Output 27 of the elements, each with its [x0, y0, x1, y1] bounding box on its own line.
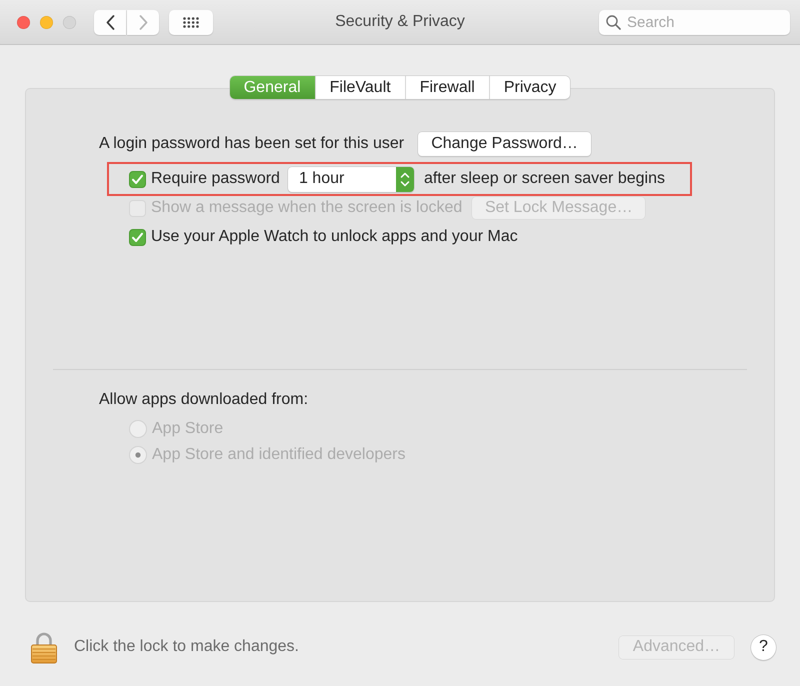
tab[interactable]: FileVault [314, 76, 405, 99]
change-password-button[interactable]: Change Password… [418, 132, 592, 156]
checkbox-label: Use your Apple Watch to unlock apps and your Mac [151, 228, 518, 246]
chevron-left-icon [106, 14, 114, 30]
grid-icon [183, 16, 199, 28]
show-all-button[interactable] [169, 10, 213, 34]
interval-dropdown[interactable]: 1 hour [288, 166, 414, 192]
chevron-right-icon [138, 14, 148, 30]
minimize-button[interactable] [40, 16, 53, 28]
checkbox-label: Require password [151, 170, 280, 188]
login-status-text: A login password has been set for this user [99, 135, 404, 153]
close-button[interactable] [17, 16, 30, 28]
up-down-arrows-icon [396, 166, 414, 192]
checkbox[interactable] [129, 228, 146, 246]
option-suffix-text: after sleep or screen saver begins [424, 170, 665, 188]
tab[interactable]: Firewall [404, 76, 489, 99]
section-label: Allow apps downloaded from: [99, 391, 308, 409]
help-button[interactable]: ? [751, 634, 776, 660]
lock-hint-text: Click the lock to make changes. [74, 638, 299, 656]
window-title: Security & Privacy [335, 13, 465, 31]
checkbox[interactable] [129, 170, 146, 188]
zoom-button[interactable] [63, 16, 76, 28]
search-icon [606, 14, 621, 30]
tab[interactable]: Privacy [488, 76, 570, 99]
padlock-icon[interactable] [30, 630, 58, 664]
search-field[interactable]: Search [599, 10, 790, 34]
back-button[interactable] [94, 10, 126, 34]
